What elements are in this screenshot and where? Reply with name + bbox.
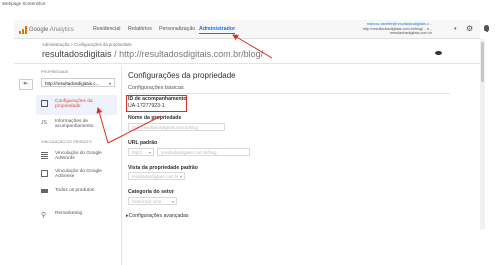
arrow-to-property-settings-head	[96, 107, 109, 144]
annotation-arrows	[96, 34, 273, 144]
arrow-to-admin	[232, 34, 273, 59]
arrow-to-property-settings	[107, 115, 162, 144]
